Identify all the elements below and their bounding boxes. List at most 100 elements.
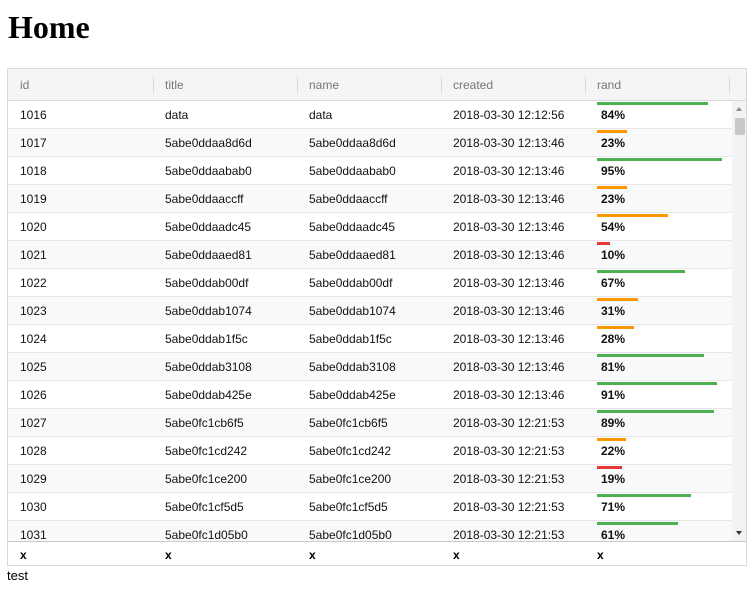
cell-rand: 19% [585, 465, 732, 492]
table-row[interactable]: 1026 5abe0ddab425e 5abe0ddab425e 2018-03-30… [8, 381, 732, 409]
table-row[interactable]: 1020 5abe0ddaadc45 5abe0ddaadc45 2018-03-30… [8, 213, 732, 241]
cell-id: 1021 [20, 248, 47, 262]
rand-percent-label: 22% [601, 444, 626, 458]
footer-cell-title: x [165, 548, 172, 562]
cell-rand: 67% [585, 269, 732, 296]
table-row[interactable]: 1030 5abe0fc1cf5d5 5abe0fc1cf5d5 2018-03-30… [8, 493, 732, 521]
cell-rand: 31% [585, 297, 732, 324]
cell-title: 5abe0fc1cd242 [165, 444, 248, 458]
cell-created: 2018-03-30 12:13:46 [453, 220, 565, 234]
footer-cell-name: x [309, 548, 316, 562]
column-header-title[interactable]: title [153, 69, 297, 100]
cell-title: 5abe0ddaadc45 [165, 220, 252, 234]
cell-created: 2018-03-30 12:21:53 [453, 500, 565, 514]
cell-rand: 61% [585, 521, 732, 541]
table-row[interactable]: 1024 5abe0ddab1f5c 5abe0ddab1f5c 2018-03-30… [8, 325, 732, 353]
cell-rand: 89% [585, 409, 732, 436]
cell-name: 5abe0ddaa8d6d [309, 136, 396, 150]
table-row[interactable]: 1022 5abe0ddab00df 5abe0ddab00df 2018-03-30… [8, 269, 732, 297]
cell-id: 1028 [20, 444, 47, 458]
cell-title: 5abe0ddab3108 [165, 360, 252, 374]
rand-percent-label: 95% [601, 164, 626, 178]
cell-title: 5abe0ddab00df [165, 276, 249, 290]
cell-title: 5abe0fc1cb6f5 [165, 416, 244, 430]
rand-percent-label: 91% [601, 388, 626, 402]
rand-percent-label: 71% [601, 500, 626, 514]
cell-created: 2018-03-30 12:13:46 [453, 164, 565, 178]
cell-id: 1030 [20, 500, 47, 514]
table-row[interactable]: 1023 5abe0ddab1074 5abe0ddab1074 2018-03-30… [8, 297, 732, 325]
cell-created: 2018-03-30 12:13:46 [453, 192, 565, 206]
rand-percent-label: 23% [601, 136, 626, 150]
table-row[interactable]: 1029 5abe0fc1ce200 5abe0fc1ce200 2018-03-30… [8, 465, 732, 493]
table-row[interactable]: 1028 5abe0fc1cd242 5abe0fc1cd242 2018-03-30… [8, 437, 732, 465]
cell-name: 5abe0fc1ce200 [309, 472, 392, 486]
cell-id: 1024 [20, 332, 47, 346]
grid-header: id title name created rand [8, 69, 746, 101]
cell-created: 2018-03-30 12:13:46 [453, 304, 565, 318]
cell-rand: 54% [585, 213, 732, 240]
rand-percent-label: 89% [601, 416, 626, 430]
cell-name: 5abe0fc1cd242 [309, 444, 392, 458]
cell-id: 1031 [20, 528, 47, 541]
cell-created: 2018-03-30 12:21:53 [453, 472, 565, 486]
cell-rand: 81% [585, 353, 732, 380]
cell-id: 1018 [20, 164, 47, 178]
column-header-name[interactable]: name [297, 69, 441, 100]
rand-percent-label: 23% [601, 192, 626, 206]
page-title: Home [8, 9, 90, 45]
table-row[interactable]: 1016 data data 2018-03-30 12:12:56 84% [8, 101, 732, 129]
cell-title: 5abe0ddaaccff [165, 192, 244, 206]
cell-rand: 23% [585, 129, 732, 156]
cell-name: 5abe0ddaaed81 [309, 248, 396, 262]
cell-name: 5abe0fc1cb6f5 [309, 416, 388, 430]
cell-created: 2018-03-30 12:13:46 [453, 136, 565, 150]
cell-created: 2018-03-30 12:21:53 [453, 528, 565, 541]
column-resize-handle[interactable] [729, 77, 730, 93]
table-row[interactable]: 1017 5abe0ddaa8d6d 5abe0ddaa8d6d 2018-03-30… [8, 129, 732, 157]
cell-name: 5abe0ddaaccff [309, 192, 388, 206]
cell-name: 5abe0ddab425e [309, 388, 396, 402]
table-row[interactable]: 1027 5abe0fc1cb6f5 5abe0fc1cb6f5 2018-03-30… [8, 409, 732, 437]
cell-id: 1029 [20, 472, 47, 486]
table-row[interactable]: 1019 5abe0ddaaccff 5abe0ddaaccff 2018-03-30… [8, 185, 732, 213]
cell-created: 2018-03-30 12:13:46 [453, 276, 565, 290]
cell-rand: 22% [585, 437, 732, 464]
cell-rand: 71% [585, 493, 732, 520]
cell-rand: 84% [585, 101, 732, 128]
cell-title: 5abe0fc1ce200 [165, 472, 248, 486]
column-header-id[interactable]: id [8, 69, 153, 100]
cell-title: 5abe0fc1cf5d5 [165, 500, 244, 514]
data-grid: id title name created rand 1016 data data 2… [7, 68, 747, 566]
grid-body[interactable]: 1016 data data 2018-03-30 12:12:56 84% 1017 5a… [8, 101, 732, 541]
scroll-up-arrow-icon[interactable] [736, 107, 742, 111]
cell-rand: 23% [585, 185, 732, 212]
rand-percent-label: 31% [601, 304, 626, 318]
table-row[interactable]: 1025 5abe0ddab3108 5abe0ddab3108 2018-03-30… [8, 353, 732, 381]
table-row[interactable]: 1021 5abe0ddaaed81 5abe0ddaaed81 2018-03-30… [8, 241, 732, 269]
cell-name: 5abe0ddab00df [309, 276, 393, 290]
cell-rand: 91% [585, 381, 732, 408]
cell-id: 1022 [20, 276, 47, 290]
cell-name: 5abe0ddab1074 [309, 304, 396, 318]
rand-percent-label: 19% [601, 472, 626, 486]
column-header-rand[interactable]: rand [585, 69, 729, 100]
rand-percent-label: 61% [601, 528, 626, 541]
cell-rand: 95% [585, 157, 732, 184]
cell-name: 5abe0ddab1f5c [309, 332, 392, 346]
rand-percent-label: 54% [601, 220, 626, 234]
scroll-down-arrow-icon[interactable] [736, 531, 742, 535]
rand-percent-label: 28% [601, 332, 626, 346]
cell-id: 1017 [20, 136, 47, 150]
cell-name: 5abe0fc1d05b0 [309, 528, 392, 541]
cell-title: 5abe0ddaa8d6d [165, 136, 252, 150]
column-header-created[interactable]: created [441, 69, 585, 100]
scrollbar-thumb[interactable] [735, 118, 745, 135]
table-row[interactable]: 1018 5abe0ddaabab0 5abe0ddaabab0 2018-03-30… [8, 157, 732, 185]
cell-rand: 28% [585, 325, 732, 352]
table-row[interactable]: 1031 5abe0fc1d05b0 5abe0fc1d05b0 2018-03-30… [8, 521, 732, 541]
cell-created: 2018-03-30 12:12:56 [453, 108, 565, 122]
cell-created: 2018-03-30 12:13:46 [453, 332, 565, 346]
vertical-scrollbar[interactable] [732, 101, 746, 541]
cell-name: 5abe0ddaabab0 [309, 164, 396, 178]
